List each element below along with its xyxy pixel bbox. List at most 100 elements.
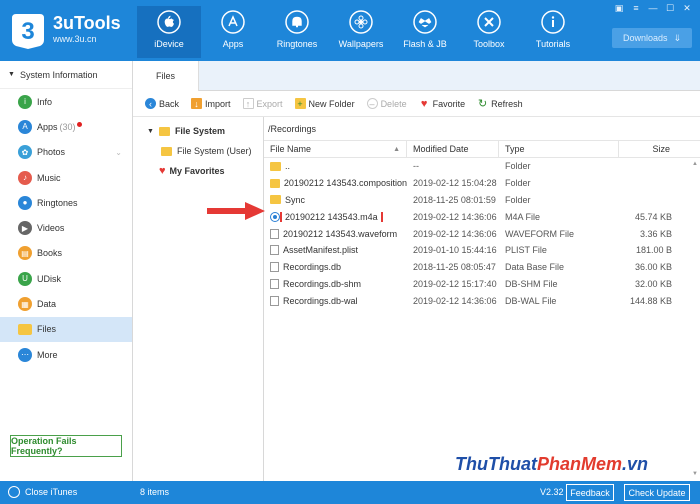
bell-icon: ● — [18, 195, 32, 210]
itunes-icon — [8, 486, 20, 498]
sidebar-item-label: Info — [37, 96, 53, 107]
new-folder-button[interactable]: + New Folder — [294, 98, 355, 109]
modified-date-cell: 2018-11-25 08:01:59 — [413, 194, 496, 205]
scrollbar[interactable]: ▲ ▼ — [692, 161, 698, 477]
size-cell: 32.00 KB — [634, 278, 672, 289]
sidebar-item-data[interactable]: ▦ Data — [0, 291, 132, 316]
folder-icon — [158, 126, 170, 136]
app-title: 3uTools — [53, 13, 121, 33]
nav-ringtones[interactable]: Ringtones — [265, 6, 329, 58]
back-icon: ‹ — [145, 98, 156, 109]
file-name: Recordings.db — [283, 262, 342, 273]
sidebar-item-more[interactable]: ⋯ More — [0, 342, 132, 367]
operation-fails-button[interactable]: Operation Fails Frequently? — [10, 435, 122, 457]
sidebar-item-label: Videos — [37, 223, 65, 234]
table-row[interactable]: Recordings.db-wal 2019-02-12 14:36:06 DB-W… — [264, 292, 700, 309]
folder-icon — [270, 195, 281, 205]
table-row[interactable]: Recordings.db 2018-11-25 08:05:47 Data Bas… — [264, 259, 700, 276]
scroll-down-icon[interactable]: ▼ — [692, 471, 698, 477]
folder-icon — [161, 146, 172, 156]
sidebar-item-label: UDisk — [37, 273, 61, 284]
table-row[interactable]: 20190212 143543.composition 2019-02-12 15… — [264, 175, 700, 192]
file-icon — [270, 228, 279, 239]
info-icon — [541, 10, 565, 34]
sidebar-item-label: Apps — [37, 121, 58, 132]
tree-item-my-favorites[interactable]: ♥ My Favorites — [133, 161, 263, 181]
tree-item-file-system[interactable]: ▼ File System — [133, 121, 263, 141]
file-list-panel: /Recordings File Name ▲ Modified Date Typ… — [264, 117, 700, 481]
nav-tutorials[interactable]: Tutorials — [521, 6, 585, 58]
size-cell: 36.00 KB — [634, 262, 672, 273]
new-folder-icon: + — [294, 98, 306, 109]
new-folder-label: New Folder — [308, 98, 355, 109]
notification-dot — [76, 121, 82, 127]
import-button[interactable]: ↓ Import — [191, 98, 231, 109]
sidebar-item-files[interactable]: Files — [0, 316, 132, 342]
type-cell: Data Base File — [505, 262, 565, 273]
tree-item-file-system-user[interactable]: File System (User) — [133, 141, 263, 161]
sidebar-item-music[interactable]: ♪ Music — [0, 165, 132, 190]
column-type[interactable]: Type — [499, 140, 619, 158]
sidebar-item-udisk[interactable]: U UDisk — [0, 266, 132, 291]
file-name: Recordings.db-wal — [283, 295, 358, 306]
sidebar-item-label: More — [37, 349, 58, 360]
nav-idevice[interactable]: iDevice — [137, 6, 201, 58]
top-bar: 3 3uTools www.3u.cn iDevice Apps Rington… — [0, 0, 700, 61]
type-cell: Folder — [505, 194, 531, 205]
modified-date-cell: -- — [413, 161, 419, 172]
refresh-button[interactable]: ↻ Refresh — [477, 98, 523, 110]
tab-files[interactable]: Files — [133, 61, 199, 91]
nav-flash-jb[interactable]: Flash & JB — [393, 6, 457, 58]
sort-up-icon: ▲ — [393, 145, 400, 153]
heart-icon: ♥ — [420, 97, 428, 110]
table-row[interactable]: AssetManifest.plist 2019-01-10 15:44:16 PL… — [264, 242, 700, 259]
item-count: 8 items — [140, 487, 170, 497]
caret-down-icon: ▼ — [8, 71, 15, 78]
type-cell: WAVEFORM File — [505, 228, 574, 239]
watermark-part: .vn — [622, 454, 649, 474]
tree-label: File System (User) — [177, 146, 252, 156]
close-itunes-button[interactable]: Close iTunes — [8, 486, 77, 498]
size-cell: 144.88 KB — [629, 295, 672, 306]
maximize-icon[interactable]: ☐ — [663, 2, 677, 14]
column-file-name[interactable]: File Name ▲ — [264, 140, 407, 158]
gift-icon[interactable]: ▣ — [612, 2, 626, 14]
sidebar-item-ringtones[interactable]: ● Ringtones — [0, 190, 132, 215]
file-name: Sync — [285, 194, 306, 205]
refresh-label: Refresh — [491, 98, 523, 109]
check-update-button[interactable]: Check Update — [624, 484, 690, 501]
minimize-icon[interactable]: — — [646, 2, 660, 14]
favorite-button[interactable]: ♥ Favorite — [419, 97, 465, 110]
feedback-button[interactable]: Feedback — [566, 484, 614, 501]
nav-apps[interactable]: Apps — [201, 6, 265, 58]
column-size[interactable]: Size — [619, 141, 680, 158]
table-row[interactable]: Recordings.db-shm 2019-02-12 15:17:40 DB-S… — [264, 276, 700, 293]
table-row[interactable]: 20190212 143543.waveform 2019-02-12 14:36… — [264, 225, 700, 242]
sidebar-item-videos[interactable]: ▶ Videos — [0, 215, 132, 240]
table-row[interactable]: Sync 2018-11-25 08:01:59 Folder — [264, 192, 700, 209]
scroll-up-icon[interactable]: ▲ — [692, 161, 698, 167]
file-icon — [270, 295, 279, 306]
chevron-down-icon[interactable]: ⌄ — [115, 148, 122, 157]
table-row[interactable]: .. -- Folder — [264, 158, 700, 175]
delete-button[interactable]: – Delete — [366, 98, 407, 109]
sidebar-item-photos[interactable]: ✿ Photos ⌄ — [0, 140, 132, 165]
nav-toolbox[interactable]: Toolbox — [457, 6, 521, 58]
audio-file-icon — [270, 211, 280, 222]
nav-wallpapers[interactable]: Wallpapers — [329, 6, 393, 58]
table-row[interactable]: 20190212 143543.m4a 2019-02-12 14:36:06 M4… — [264, 208, 700, 225]
back-button[interactable]: ‹ Back — [145, 98, 179, 109]
file-name-cell: 20190212 143543.m4a — [264, 211, 407, 222]
sidebar-item-apps[interactable]: A Apps (30) — [0, 114, 132, 139]
column-modified-date[interactable]: Modified Date — [407, 140, 499, 158]
downloads-button[interactable]: Downloads ⇓ — [612, 28, 692, 48]
sidebar-item-info[interactable]: i Info — [0, 89, 132, 114]
export-button[interactable]: ↑ Export — [242, 98, 283, 109]
type-cell: PLIST File — [505, 245, 547, 256]
menu-icon[interactable]: ≡ — [629, 2, 643, 14]
sidebar-header[interactable]: ▼ System Information — [0, 61, 132, 89]
sidebar-item-books[interactable]: ▤ Books — [0, 241, 132, 266]
close-icon[interactable]: ✕ — [680, 2, 694, 14]
sidebar-header-label: System Information — [19, 69, 98, 80]
window-controls: ▣ ≡ — ☐ ✕ — [612, 2, 694, 14]
